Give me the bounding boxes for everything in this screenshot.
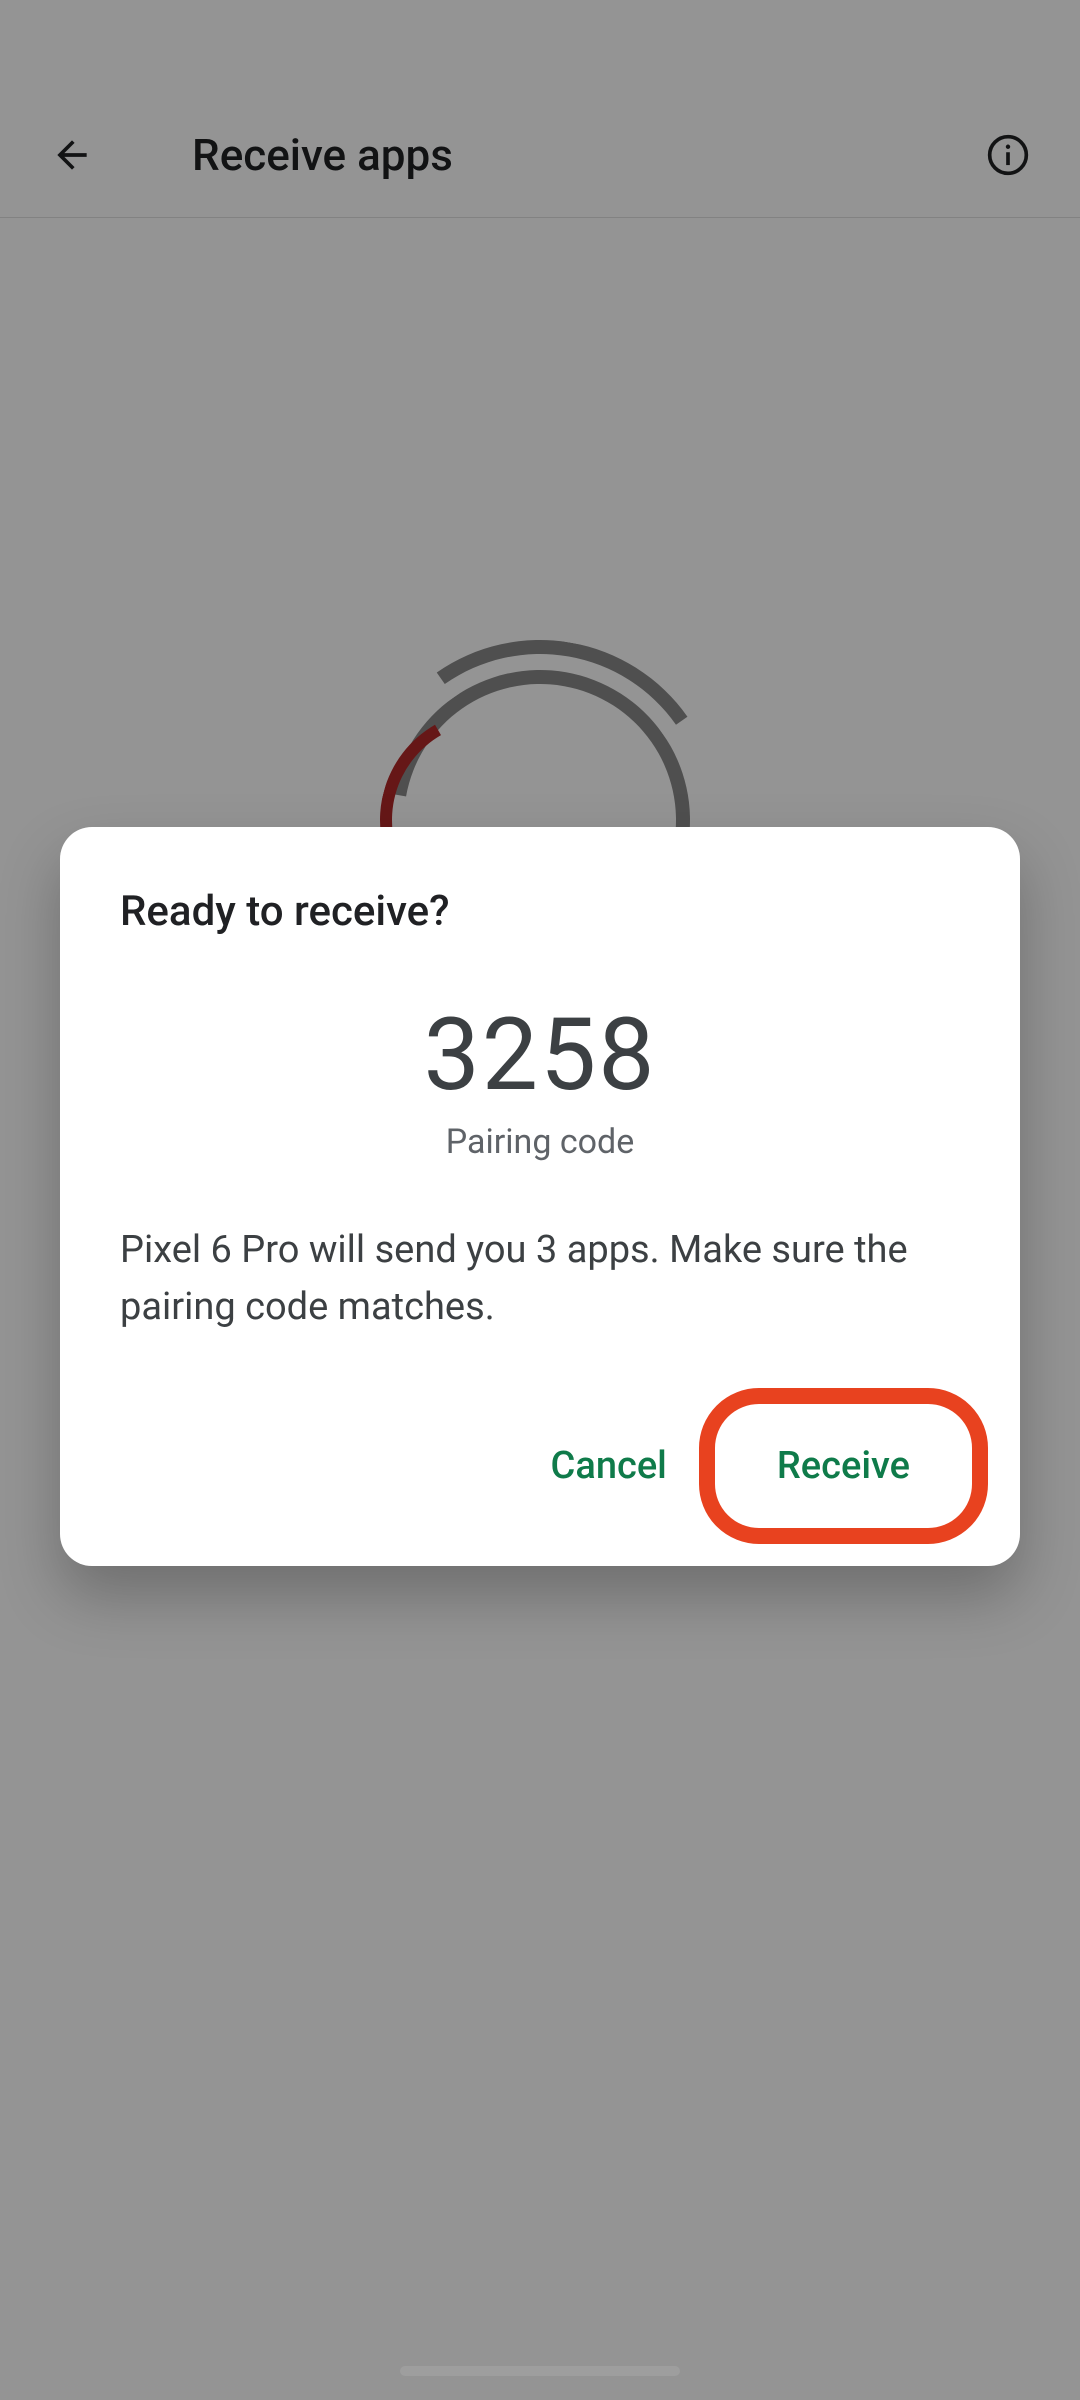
dialog-message: Pixel 6 Pro will send you 3 apps. Make s… xyxy=(120,1222,960,1336)
receive-button-wrapper: Receive xyxy=(727,1406,960,1526)
receive-button[interactable]: Receive xyxy=(767,1424,920,1508)
pairing-code-value: 3258 xyxy=(120,1006,960,1106)
pairing-code-label: Pairing code xyxy=(120,1122,960,1162)
cancel-button[interactable]: Cancel xyxy=(541,1424,677,1508)
dialog-actions: Cancel Receive xyxy=(120,1406,960,1526)
pairing-code-section: 3258 Pairing code xyxy=(120,1006,960,1162)
dialog-title: Ready to receive? xyxy=(120,887,960,936)
nav-handle[interactable] xyxy=(400,2366,680,2376)
pairing-dialog: Ready to receive? 3258 Pairing code Pixe… xyxy=(60,827,1020,1566)
